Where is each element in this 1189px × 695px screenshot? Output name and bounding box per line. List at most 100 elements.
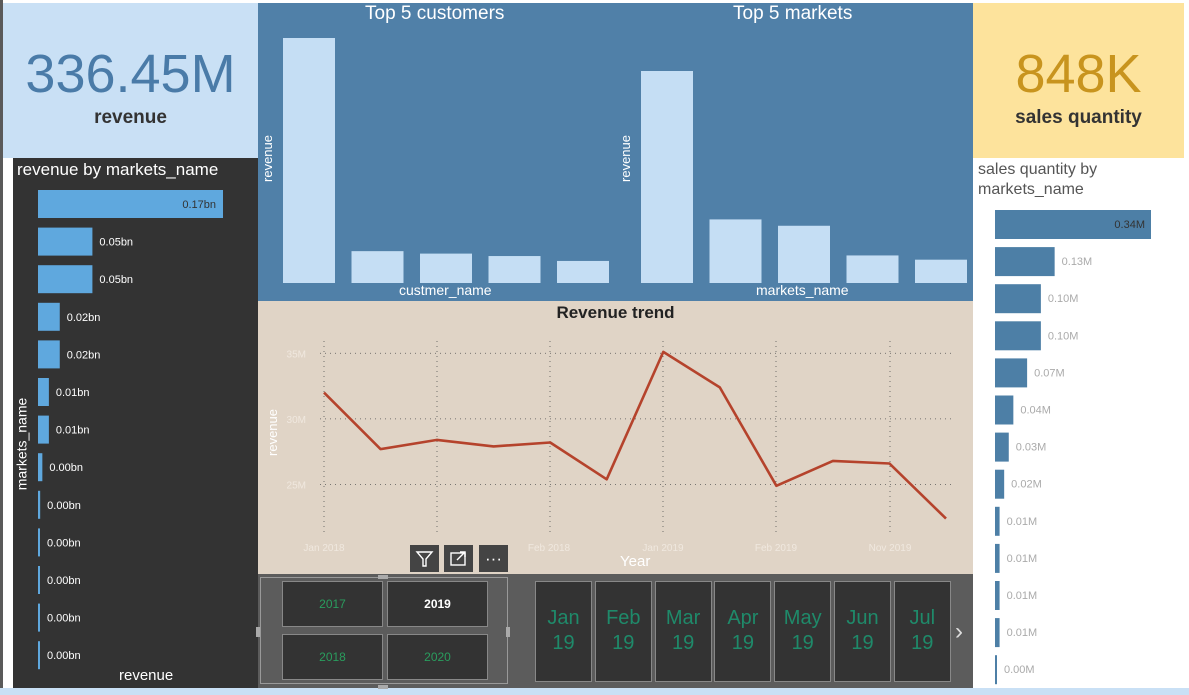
revenue-by-market-bar xyxy=(38,378,49,406)
sales-by-market-panel[interactable]: sales quantity by markets_name 0.34M 0.13… xyxy=(973,158,1184,688)
year-slicer-item-2019[interactable]: 2019 xyxy=(387,581,488,627)
revenue-by-market-bar xyxy=(38,528,40,557)
month-slicer-item-jun[interactable]: Jun 19 xyxy=(834,581,891,682)
sales-by-market-bar xyxy=(995,358,1028,388)
more-options-button[interactable]: ··· xyxy=(479,545,508,572)
top-customers-bar xyxy=(557,260,609,283)
sales-by-market-bar xyxy=(995,543,1000,573)
resize-handle-bottom[interactable] xyxy=(378,685,388,689)
y-tick-label: 25M xyxy=(287,481,306,492)
x-tick-label: Nov 2019 xyxy=(869,543,912,554)
revenue-by-market-data-label: 0.00bn xyxy=(47,613,81,625)
top-markets-bar xyxy=(915,259,967,283)
year-slicer-item-2020[interactable]: 2020 xyxy=(387,634,488,680)
sales-by-market-data-label: 0.03M xyxy=(1016,442,1047,454)
top5-panel[interactable]: Top 5 customers Top 5 markets custmer_na… xyxy=(258,3,973,301)
resize-handle-left[interactable] xyxy=(256,627,260,637)
top-customers-bar xyxy=(420,253,472,283)
revenue-by-market-data-label: 0.17bn xyxy=(182,199,216,211)
revenue-by-market-data-label: 0.00bn xyxy=(47,650,81,662)
sales-by-market-bar xyxy=(995,506,1000,536)
revenue-kpi-value: 336.45M xyxy=(25,44,236,104)
month-slicer-next-button[interactable]: › xyxy=(955,618,963,646)
top-markets-bar xyxy=(641,71,693,283)
revenue-by-market-data-label: 0.02bn xyxy=(67,349,101,361)
revenue-by-market-data-label: 0.00bn xyxy=(49,462,83,474)
month-label: Apr xyxy=(727,607,759,629)
month-label: May xyxy=(783,607,822,629)
sales-kpi-value: 848K xyxy=(1015,44,1142,104)
month-year-label: 19 xyxy=(731,632,755,654)
revenue-kpi-label: revenue xyxy=(94,107,167,128)
month-year-label: 19 xyxy=(911,632,934,654)
month-slicer-item-mar[interactable]: Mar 19 xyxy=(654,581,712,682)
revenue-by-market-data-label: 0.02bn xyxy=(67,312,101,324)
y-tick-label: 30M xyxy=(287,415,306,426)
month-year-label: 19 xyxy=(671,632,695,654)
top-customers-bar xyxy=(283,38,335,283)
top-markets-bar xyxy=(709,219,762,283)
month-slicer-item-jul[interactable]: Jul 19 xyxy=(893,581,951,682)
top-customers-bar xyxy=(351,251,404,283)
revenue-by-market-data-label: 0.00bn xyxy=(47,537,81,549)
sales-by-market-bar xyxy=(995,247,1055,277)
month-slicer-item-feb[interactable]: Feb 19 xyxy=(594,581,652,682)
month-year-label: 19 xyxy=(791,632,814,654)
sales-kpi-card[interactable]: 848K sales quantity xyxy=(973,3,1184,158)
revenue-by-market-bar xyxy=(38,603,40,632)
resize-handle-right[interactable] xyxy=(506,627,510,637)
focus-mode-button[interactable] xyxy=(444,545,473,572)
month-label: Jul xyxy=(909,607,936,629)
revenue-by-market-data-label: 0.05bn xyxy=(99,274,133,286)
x-tick-label: Feb 2019 xyxy=(755,543,798,554)
revenue-trend-line xyxy=(323,350,947,520)
sales-by-market-bar xyxy=(995,321,1041,351)
sales-by-market-data-label: 0.01M xyxy=(1007,590,1038,602)
top-markets-bar xyxy=(778,225,830,283)
filter-icon xyxy=(415,551,434,567)
sales-by-market-bar xyxy=(995,655,997,685)
resize-handle-top[interactable] xyxy=(378,575,388,579)
sales-by-market-bar xyxy=(995,581,1000,610)
x-tick-label: Feb 2018 xyxy=(528,543,571,554)
month-label: Mar xyxy=(665,607,701,629)
month-label: Jan xyxy=(547,607,580,629)
sales-by-market-data-label: 0.00M xyxy=(1004,664,1035,676)
sales-by-market-data-label: 0.02M xyxy=(1011,479,1042,491)
revenue-by-market-bar xyxy=(38,490,41,519)
revenue-kpi-card[interactable]: 336.45M revenue xyxy=(3,3,258,158)
sales-by-market-data-label: 0.01M xyxy=(1007,553,1038,565)
sales-by-market-bar xyxy=(995,432,1009,462)
bottom-strip xyxy=(0,688,1189,695)
month-slicer-item-jan[interactable]: Jan 19 xyxy=(535,581,592,682)
top-markets-bar xyxy=(846,255,899,283)
top5-bar-charts xyxy=(283,38,967,283)
sales-by-market-data-label: 0.04M xyxy=(1020,405,1051,417)
sales-by-market-bar xyxy=(995,284,1041,314)
focus-mode-icon xyxy=(450,551,466,566)
revenue-trend-panel[interactable]: Revenue trend Year revenue 35M 30M 25M Jan … xyxy=(258,301,973,574)
revenue-by-market-bar xyxy=(38,227,93,256)
month-slicer-item-may[interactable]: May 19 xyxy=(774,581,832,682)
y-tick-label: 35M xyxy=(287,349,306,360)
sales-by-market-data-label: 0.01M xyxy=(1007,516,1038,528)
sales-by-market-bar xyxy=(995,395,1014,425)
revenue-by-market-panel[interactable]: revenue by markets_name revenue markets_… xyxy=(13,158,258,688)
month-slicer-item-apr[interactable]: Apr 19 xyxy=(714,581,772,682)
sales-kpi-label: sales quantity xyxy=(1015,107,1142,128)
revenue-by-market-bar xyxy=(38,641,40,670)
revenue-by-market-bar xyxy=(38,340,60,369)
year-slicer-item-2017[interactable]: 2017 xyxy=(282,581,383,627)
top-customers-bar xyxy=(488,256,541,283)
sales-by-market-bar xyxy=(995,618,1000,648)
revenue-by-market-data-label: 0.00bn xyxy=(47,500,81,512)
filter-button[interactable] xyxy=(410,545,439,572)
year-slicer-item-2018[interactable]: 2018 xyxy=(282,634,383,680)
revenue-by-market-bar xyxy=(38,415,49,444)
x-tick-label: Jan 2019 xyxy=(642,543,684,554)
x-tick-label: Jan 2018 xyxy=(303,543,345,554)
revenue-by-market-data-label: 0.01bn xyxy=(56,425,90,437)
month-label: Feb xyxy=(606,607,641,629)
month-label: Jun xyxy=(846,607,879,629)
revenue-by-market-data-label: 0.05bn xyxy=(99,237,133,249)
